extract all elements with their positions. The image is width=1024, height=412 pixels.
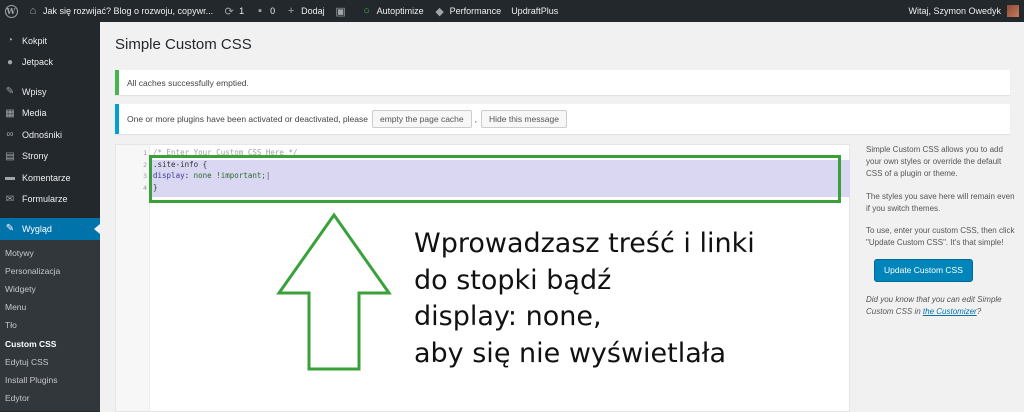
submenu-item-tlo[interactable]: Tło: [0, 316, 100, 334]
notice-text: All caches successfully emptied.: [127, 77, 249, 88]
sidebar-usage: To use, enter your custom CSS, then clic…: [866, 226, 1015, 248]
annotation-line: Wprowadzasz treść i linki: [414, 228, 755, 259]
comment-icon: ▬: [5, 172, 15, 184]
refresh-icon: ⟳: [224, 5, 234, 18]
updates-count: 1: [239, 6, 245, 16]
menu-item-wyglad[interactable]: ✎ Wygląd: [0, 218, 100, 240]
wordpress-logo-icon[interactable]: W: [0, 0, 22, 22]
home-icon: ⌂: [29, 5, 37, 17]
visual-composer-link[interactable]: ▣: [330, 0, 356, 22]
annotation-line: display: none,: [414, 301, 602, 332]
add-new-link[interactable]: + Dodaj: [280, 0, 330, 22]
menu-item-strony[interactable]: ▤ Strony: [0, 146, 100, 168]
updraftplus-label: UpdraftPlus: [511, 6, 559, 16]
submenu-item-install-plugins[interactable]: Install Plugins: [0, 371, 100, 389]
line-number-gutter: 1 2 3 4: [116, 145, 150, 411]
comment-bubble-icon: ▪: [258, 5, 263, 17]
avatar: [1007, 5, 1019, 17]
line-number: 2: [143, 160, 147, 169]
site-title: Jak się rozwijać? Blog o rozwoju, copywr…: [43, 6, 214, 16]
performance-icon: ◆: [435, 5, 444, 18]
plus-icon: +: [287, 5, 295, 17]
notice-text: One or more plugins have been activated …: [127, 114, 368, 124]
updraftplus-link[interactable]: UpdraftPlus: [506, 0, 563, 22]
customizer-link[interactable]: the Customizer: [923, 307, 977, 316]
submenu-item-widgety[interactable]: Widgety: [0, 280, 100, 298]
appearance-submenu: Motywy Personalizacja Widgety Menu Tło C…: [0, 239, 100, 412]
performance-link[interactable]: ◆ Performance: [429, 0, 507, 22]
menu-item-kokpit[interactable]: ◔ Kokpit: [0, 30, 100, 52]
add-new-label: Dodaj: [301, 6, 325, 16]
menu-item-label: Odnośniki: [22, 129, 63, 140]
jetpack-icon: ●: [6, 56, 14, 68]
link-icon: ∞: [6, 129, 14, 141]
account-greeting: Witaj, Szymon Owedyk: [908, 6, 1001, 16]
menu-item-wpisy[interactable]: ✎ Wpisy: [0, 81, 100, 103]
annotation-text: Wprowadzasz treść i linki do stopki bądź…: [414, 226, 755, 372]
menu-item-label: Wpisy: [22, 86, 47, 97]
sidebar-persist: The styles you save here will remain eve…: [866, 191, 1015, 213]
cache-emptied-notice: All caches successfully emptied.: [115, 70, 1010, 95]
site-name-link[interactable]: ⌂ Jak się rozwijać? Blog o rozwoju, copy…: [22, 0, 218, 22]
menu-item-media[interactable]: ▦ Media: [0, 103, 100, 125]
menu-item-komentarze[interactable]: ▬ Komentarze: [0, 167, 100, 189]
menu-item-label: Jetpack: [22, 57, 54, 68]
menu-item-label: Strony: [22, 151, 49, 162]
sidebar-intro: Simple Custom CSS allows you to add your…: [866, 145, 1003, 179]
plugin-box-icon: ▣: [335, 5, 346, 18]
performance-label: Performance: [449, 6, 502, 16]
comments-link[interactable]: ▪ 0: [249, 0, 280, 22]
forms-icon: ✉: [5, 193, 15, 205]
annotation-line: do stopki bądź: [414, 264, 612, 296]
menu-item-label: Formularze: [22, 194, 68, 205]
updates-link[interactable]: ⟳ 1: [218, 0, 249, 22]
pages-icon: ▤: [5, 150, 15, 162]
menu-item-label: Kokpit: [22, 35, 48, 46]
update-custom-css-button[interactable]: Update Custom CSS: [874, 259, 973, 282]
autoptimize-status-icon: ○: [363, 5, 370, 17]
comments-count: 0: [270, 6, 276, 16]
pin-icon: ✎: [5, 86, 15, 98]
hide-message-button[interactable]: Hide this message: [481, 110, 567, 128]
autoptimize-link[interactable]: ○ Autoptimize: [356, 0, 429, 22]
empty-cache-button[interactable]: empty the page cache: [371, 110, 472, 128]
annotation-line: aby się nie wyświetlała: [414, 337, 726, 369]
media-icon: ▦: [5, 107, 15, 119]
line-number: 3: [143, 172, 147, 180]
page-title: Simple Custom CSS: [115, 36, 252, 53]
submenu-item-edytor[interactable]: Edytor: [0, 389, 100, 407]
submenu-item-custom-css[interactable]: Custom CSS: [0, 334, 100, 352]
dashboard-icon: ◔: [6, 35, 14, 47]
plugins-changed-notice: One or more plugins have been activated …: [115, 104, 1010, 134]
menu-item-formularze[interactable]: ✉ Formularze: [0, 189, 100, 211]
info-sidebar: Simple Custom CSS allows you to add your…: [866, 144, 1016, 328]
submenu-item-edytuj-css[interactable]: Edytuj CSS: [0, 353, 100, 371]
notice-comma: ,: [474, 114, 477, 124]
menu-item-label: Media: [22, 108, 47, 119]
submenu-item-motywy[interactable]: Motywy: [0, 244, 100, 262]
line-number: 4: [143, 183, 147, 192]
my-account-link[interactable]: Witaj, Szymon Owedyk: [903, 0, 1024, 22]
submenu-item-menu[interactable]: Menu: [0, 298, 100, 316]
up-arrow-annotation: [276, 212, 392, 371]
menu-item-label: Wygląd: [22, 223, 52, 234]
code-highlight-frame: [149, 155, 841, 203]
appearance-icon: ✎: [5, 223, 15, 235]
admin-menu: ◔ Kokpit ● Jetpack ✎ Wpisy ▦ Media ∞ Odn…: [0, 22, 100, 412]
menu-item-jetpack[interactable]: ● Jetpack: [0, 52, 100, 74]
menu-item-odnosniki[interactable]: ∞ Odnośniki: [0, 124, 100, 146]
customizer-note: Did you know that you can edit Simple Cu…: [866, 294, 1002, 316]
line-number: 1: [143, 149, 147, 157]
submenu-item-personalizacja[interactable]: Personalizacja: [0, 262, 100, 280]
admin-bar: W ⌂ Jak się rozwijać? Blog o rozwoju, co…: [0, 0, 1024, 22]
menu-item-label: Komentarze: [22, 172, 71, 183]
autoptimize-label: Autoptimize: [376, 6, 424, 16]
